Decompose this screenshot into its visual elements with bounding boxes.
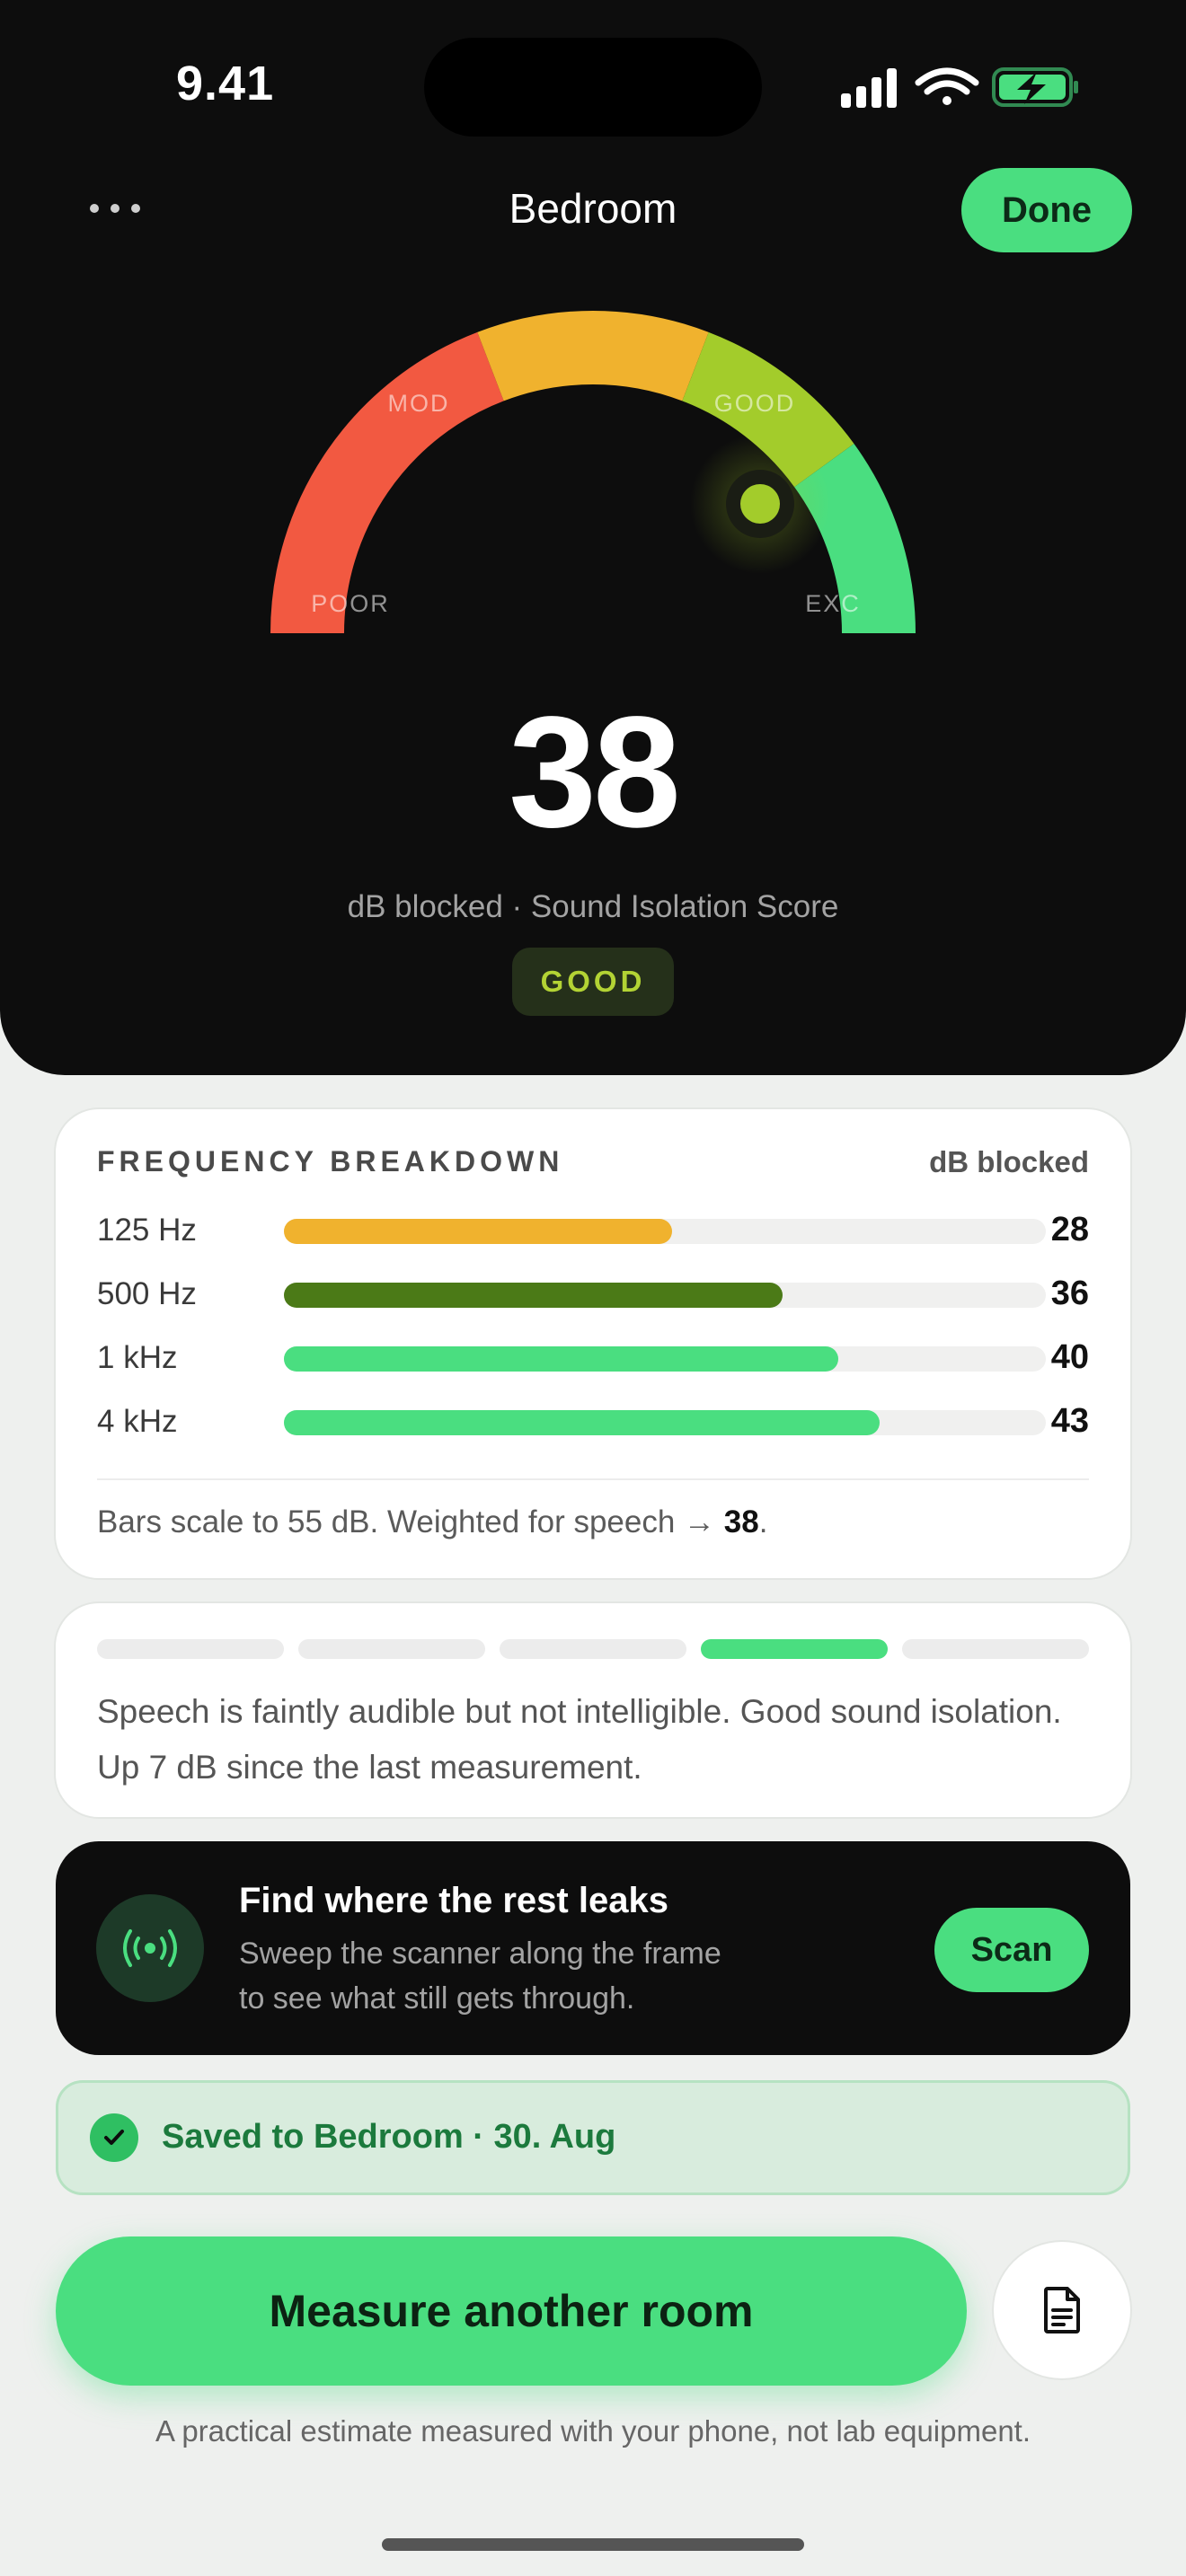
frequency-bar-fill bbox=[284, 1219, 672, 1244]
frequency-bar-track bbox=[284, 1410, 1046, 1435]
frequency-bar-track bbox=[284, 1346, 1046, 1372]
disclaimer: A practical estimate measured with your … bbox=[155, 2414, 1031, 2448]
check-icon bbox=[90, 2113, 138, 2162]
rating-scale bbox=[97, 1639, 1089, 1659]
gauge-label-excellent: EXC bbox=[805, 590, 861, 617]
score-caption: dB blocked · Sound Isolation Score bbox=[347, 889, 839, 924]
frequency-value: 36 bbox=[1050, 1275, 1089, 1312]
isolation-gauge: POOR MOD GOOD EXC bbox=[270, 310, 916, 634]
gauge-label-good: GOOD bbox=[714, 390, 796, 417]
frequency-value: 43 bbox=[1050, 1402, 1089, 1440]
frequency-value: 28 bbox=[1050, 1211, 1089, 1248]
frequency-row: 4 kHz 43 bbox=[97, 1395, 1089, 1449]
rating-badge: GOOD bbox=[512, 948, 674, 1016]
measure-another-room-button[interactable]: Measure another room bbox=[56, 2236, 967, 2386]
scan-title: Find where the rest leaks bbox=[239, 1881, 668, 1920]
frequency-label: 1 kHz bbox=[97, 1340, 178, 1375]
frequency-bar-fill bbox=[284, 1283, 783, 1308]
rating-segment bbox=[902, 1639, 1089, 1659]
scan-subtitle: Sweep the scanner along the frame to see… bbox=[239, 1936, 721, 2016]
frequency-label: 125 Hz bbox=[97, 1213, 197, 1248]
divider bbox=[97, 1478, 1089, 1480]
frequency-value: 40 bbox=[1050, 1338, 1089, 1376]
frequency-note: Bars scale to 55 dB. Weighted for speech… bbox=[97, 1504, 768, 1539]
scan-promo-card: Find where the rest leaks Sweep the scan… bbox=[56, 1841, 1130, 2055]
frequency-bar-fill bbox=[284, 1410, 880, 1435]
isolation-score: 38 bbox=[509, 684, 681, 860]
frequency-breakdown-card: FREQUENCY BREAKDOWN dB blocked 125 Hz 28… bbox=[56, 1109, 1130, 1578]
gauge-label-poor: POOR bbox=[311, 590, 390, 617]
result-hero: 9.41 Bedroom Done POOR MOD GOOD EXC 38 d… bbox=[0, 0, 1186, 1075]
gauge-arc-moderate bbox=[477, 310, 709, 401]
saved-text: Saved to Bedroom · 30. Aug bbox=[162, 2118, 616, 2156]
rating-description: Speech is faintly audible but not intell… bbox=[97, 1693, 1062, 1786]
weighted-score: 38 bbox=[723, 1504, 759, 1539]
gauge-indicator-knob bbox=[690, 434, 830, 574]
frequency-row: 500 Hz 36 bbox=[97, 1267, 1089, 1321]
report-button[interactable] bbox=[994, 2242, 1130, 2378]
gauge-label-moderate: MOD bbox=[388, 390, 450, 417]
rating-segment bbox=[500, 1639, 686, 1659]
saved-banner: Saved to Bedroom · 30. Aug bbox=[56, 2080, 1130, 2195]
broadcast-icon bbox=[96, 1894, 204, 2002]
frequency-label: 500 Hz bbox=[97, 1276, 197, 1311]
frequency-bar-track bbox=[284, 1219, 1046, 1244]
rating-segment bbox=[97, 1639, 284, 1659]
frequency-bar-fill bbox=[284, 1346, 838, 1372]
frequency-label: 4 kHz bbox=[97, 1404, 178, 1439]
frequency-row: 125 Hz 28 bbox=[97, 1204, 1089, 1257]
rating-segment bbox=[298, 1639, 485, 1659]
document-icon bbox=[1044, 2287, 1080, 2333]
description-card: Speech is faintly audible but not intell… bbox=[56, 1603, 1130, 1817]
frequency-title: FREQUENCY BREAKDOWN bbox=[97, 1145, 564, 1178]
home-indicator bbox=[382, 2538, 804, 2551]
frequency-bar-track bbox=[284, 1283, 1046, 1308]
frequency-unit-label: dB blocked bbox=[929, 1145, 1089, 1178]
frequency-row: 1 kHz 40 bbox=[97, 1331, 1089, 1385]
rating-segment bbox=[701, 1639, 888, 1659]
scan-button[interactable]: Scan bbox=[934, 1908, 1089, 1992]
